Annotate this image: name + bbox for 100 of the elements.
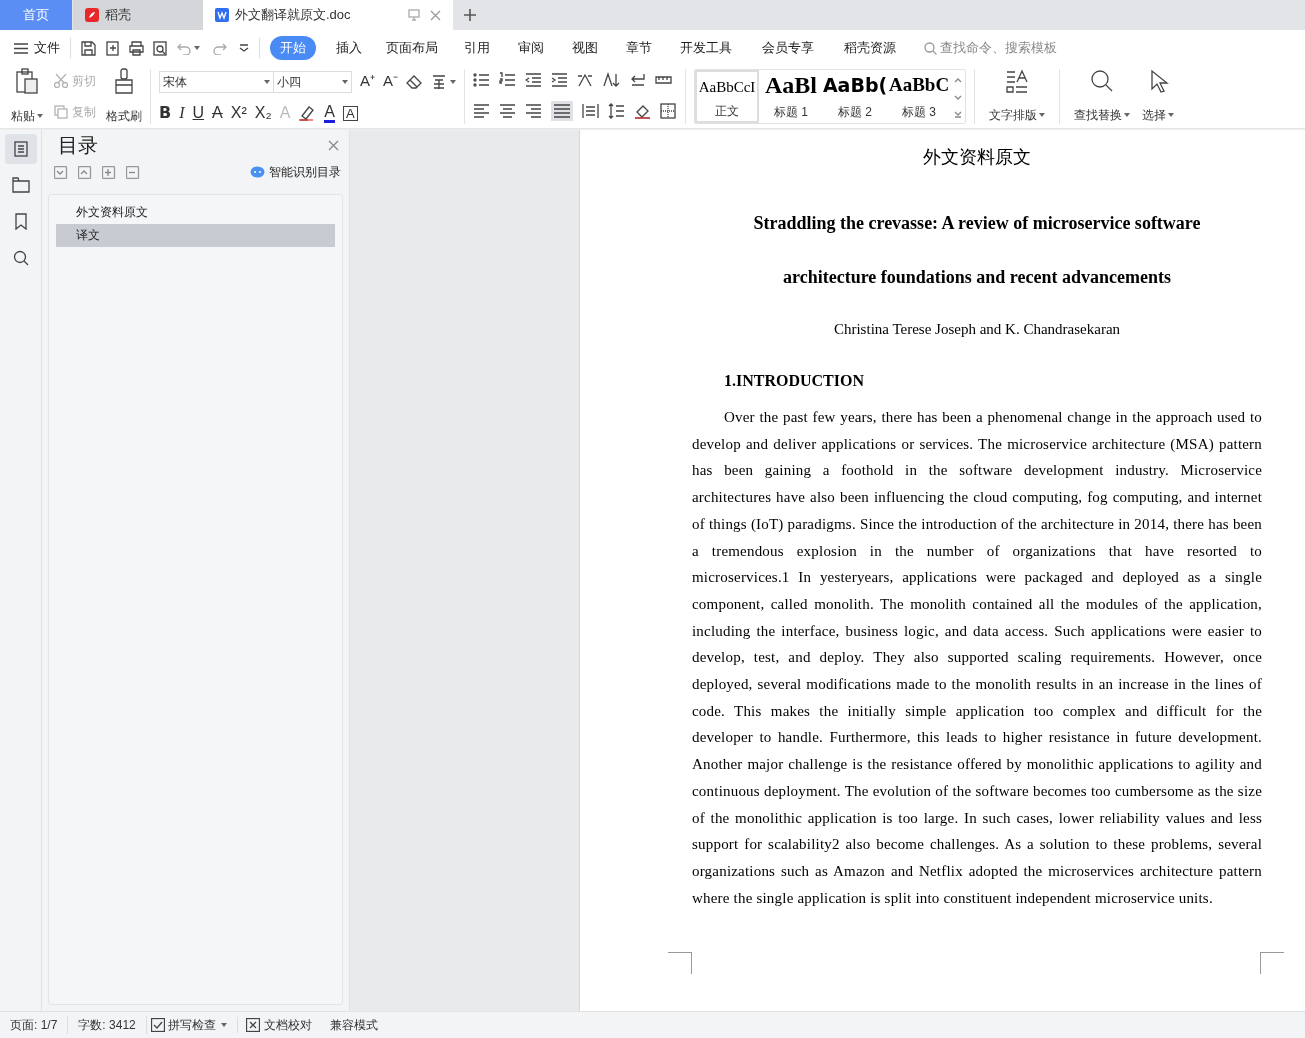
- menu-tab[interactable]: 稻壳资源: [842, 38, 898, 58]
- menu-tab[interactable]: 会员专享: [760, 38, 816, 58]
- paintbrush-icon: [114, 68, 134, 94]
- menu-icon: [14, 42, 28, 54]
- menu-tab[interactable]: 引用: [462, 38, 492, 58]
- shading-icon[interactable]: [634, 103, 652, 120]
- style-label: 标题 3: [902, 104, 937, 121]
- smart-toc-button[interactable]: 智能识别目录: [250, 163, 343, 181]
- print-icon[interactable]: [129, 40, 144, 56]
- format-painter-button[interactable]: 格式刷: [106, 65, 142, 128]
- spell-check-button[interactable]: 拼写检查: [148, 1016, 229, 1034]
- close-icon[interactable]: [430, 9, 441, 21]
- collapse-icon[interactable]: [54, 165, 68, 179]
- document-title: Straddling the crevasse: A review of microservice software: [752, 212, 1202, 235]
- grow-font-button[interactable]: A⁺: [360, 70, 375, 93]
- find-replace-button[interactable]: 查找替换: [1068, 65, 1137, 128]
- caret-icon: [264, 79, 270, 84]
- font-dropdown[interactable]: 宋体: [159, 70, 274, 93]
- caret-icon: [342, 79, 348, 84]
- menu-tab[interactable]: 视图: [570, 38, 600, 58]
- document-icon: [13, 141, 28, 157]
- export-icon[interactable]: [105, 40, 120, 56]
- numbered-list-icon[interactable]: [499, 71, 517, 88]
- caret-icon: [1124, 113, 1131, 117]
- outline-item[interactable]: 译文: [56, 224, 335, 247]
- italic-button[interactable]: I: [179, 105, 185, 122]
- menu-tab[interactable]: 插入: [334, 38, 364, 58]
- menu-tab[interactable]: 页面布局: [384, 38, 440, 58]
- panel-title: 目录: [58, 133, 98, 158]
- dropdown-icon[interactable]: [239, 44, 249, 52]
- outline-item[interactable]: 外文资料原文: [56, 201, 335, 224]
- select-button[interactable]: 选择: [1136, 65, 1181, 128]
- print-preview-icon[interactable]: [153, 40, 168, 56]
- font-size-dropdown[interactable]: 小四: [274, 70, 352, 93]
- line-spacing-icon[interactable]: [608, 103, 626, 120]
- text-layout-icon: [1005, 69, 1030, 93]
- bold-button[interactable]: B: [159, 105, 172, 122]
- character-border-button[interactable]: A: [343, 105, 358, 121]
- style-option[interactable]: AaBbCcI 正文: [695, 70, 760, 123]
- line-break-icon[interactable]: [629, 71, 647, 88]
- eraser-icon[interactable]: [406, 74, 423, 89]
- outline-nav-button[interactable]: [4, 134, 37, 164]
- tab[interactable]: 外文翻译就原文.doc: [203, 0, 453, 30]
- scissors-icon: [54, 73, 68, 89]
- menu-tab[interactable]: 审阅: [516, 38, 546, 58]
- document-check-button[interactable]: 文档校对: [245, 1016, 312, 1034]
- checkbox-icon: [150, 1018, 165, 1032]
- shrink-font-button[interactable]: A⁻: [383, 70, 399, 93]
- close-icon[interactable]: [328, 139, 339, 151]
- compatibility-mode: 兼容模式: [329, 1017, 378, 1034]
- bullet-list-icon[interactable]: [473, 71, 491, 88]
- style-option[interactable]: AaBb( 标题 2: [823, 70, 888, 123]
- add-icon[interactable]: [102, 165, 116, 179]
- align-right-icon[interactable]: [525, 103, 543, 120]
- increase-indent-icon[interactable]: [551, 71, 569, 88]
- style-label: 标题 1: [774, 104, 809, 121]
- expand-icon[interactable]: [78, 165, 92, 179]
- menu-tab[interactable]: 章节: [624, 38, 654, 58]
- save-icon[interactable]: [81, 40, 96, 56]
- chapter-nav-icon[interactable]: [11, 177, 30, 193]
- decrease-indent-icon[interactable]: [525, 71, 543, 88]
- page-count: 页面: 1/7: [10, 1016, 69, 1034]
- style-label: 正文: [715, 103, 740, 120]
- style-option[interactable]: AaBl 标题 1: [759, 70, 824, 123]
- search-icon: [924, 41, 937, 55]
- word-count: 字数: 3412: [68, 1016, 147, 1034]
- style-option[interactable]: AaBbC 标题 3: [887, 70, 952, 123]
- document-authors: Christina Terese Joseph and K. Chandrasekaran: [832, 320, 1122, 339]
- new-tab-icon[interactable]: [463, 8, 477, 22]
- distribute-icon[interactable]: [582, 103, 600, 120]
- style-label: 标题 2: [838, 104, 873, 121]
- borders-icon[interactable]: [660, 103, 678, 120]
- script-button[interactable]: X₂: [254, 105, 272, 122]
- search-icon: [1090, 69, 1115, 93]
- tab[interactable]: 稻壳: [73, 0, 203, 30]
- margin-corner-mark: [668, 952, 692, 974]
- search-field[interactable]: 查找命令、搜索模板: [924, 38, 1090, 58]
- caret-icon: [37, 114, 43, 118]
- style-preview: AaBbCcI: [698, 78, 756, 97]
- script-button[interactable]: X²: [230, 105, 247, 122]
- sort-icon[interactable]: [603, 71, 621, 88]
- font-color-button[interactable]: A: [324, 103, 335, 123]
- document-check-icon: [245, 1018, 260, 1032]
- paste-button[interactable]: 粘贴: [10, 65, 44, 128]
- document-logo-icon: [215, 8, 229, 22]
- search-icon[interactable]: [12, 250, 29, 266]
- leaf-logo-icon: [85, 8, 99, 22]
- bookmark-icon[interactable]: [14, 213, 27, 230]
- file-menu[interactable]: 文件: [14, 38, 60, 58]
- section-heading: 1.INTRODUCTION: [724, 371, 865, 391]
- remove-icon[interactable]: [126, 165, 140, 179]
- cloud-icon: [250, 166, 265, 178]
- justify-icon[interactable]: [551, 101, 574, 122]
- text-layout-button[interactable]: 文字排版: [983, 65, 1052, 128]
- menu-tab[interactable]: 开发工具: [678, 38, 734, 58]
- align-left-icon[interactable]: [473, 103, 491, 120]
- underline-button[interactable]: U: [192, 105, 205, 122]
- strikethrough-button[interactable]: A: [212, 105, 223, 122]
- body-paragraph: Over the past few years, there has been a phenomenal change in the approach used to develop and deliver applications or services. The microservice architecture (MSA) pattern has been gaining a foothold in the software development industry. Microservice architectures have also been influencing the cloud computing, fog computing, and internet of things (IoT) paradigms. Since the introduction of the architecture in 2014, there has been a tremendous explosion in the number of organizations that have resorted to microservices.1 In yesteryears, applications were packaged and deployed as a single component, called monolith. The monolith contained all the modules of the application, including the interface, business logic, and data access. Such applications were easier to develop, test, and deploy. They also supported scaling requirements. However, once deployed, several modifications made to the monolith results in an increase in the lines of code. This makes the initially simple application too complex and difficult for the developer to handle. Furthermore, this leads to higher resistance in future development. Another major challenge is the resistance offered by monolithic applications to agility and continuous deployment. The evolution of the software becomes too cumbersome as the size of the monolithic application is too large. In such cases, lower reliability values and less support for scalability2 also become challenges. As a solution to these problems, several organizations such as Amazon and Netflix adopted the microservices architecture pattern where the single application is split into constituent independent microservice units.: [692, 408, 1262, 908]
- align-center-icon[interactable]: [499, 103, 517, 120]
